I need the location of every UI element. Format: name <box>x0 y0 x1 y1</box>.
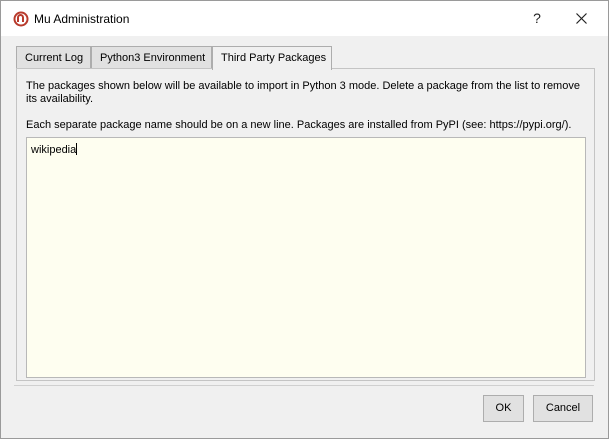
tab-python3-environment[interactable]: Python3 Environment <box>91 46 212 69</box>
third-party-packages-panel: The packages shown below will be availab… <box>16 68 595 381</box>
packages-instructions: Each separate package name should be on … <box>26 119 572 131</box>
tab-third-party-packages[interactable]: Third Party Packages <box>212 46 332 70</box>
tab-current-log[interactable]: Current Log <box>16 46 91 69</box>
window-title: Mu Administration <box>34 12 130 26</box>
text-cursor <box>76 143 78 155</box>
divider <box>14 385 594 386</box>
mu-administration-dialog: Mu Administration ? Current Log Python3 … <box>0 0 609 439</box>
packages-description: The packages shown below will be availab… <box>26 80 580 105</box>
close-button[interactable] <box>562 1 602 36</box>
mu-logo-icon <box>13 11 29 27</box>
cancel-button[interactable]: Cancel <box>533 395 593 422</box>
help-button[interactable]: ? <box>521 1 553 36</box>
close-icon <box>576 13 587 24</box>
packages-textarea[interactable]: wikipedia <box>26 137 586 378</box>
packages-text: wikipedia <box>31 144 77 156</box>
title-bar[interactable]: Mu Administration ? <box>1 1 608 36</box>
ok-button[interactable]: OK <box>483 395 524 422</box>
